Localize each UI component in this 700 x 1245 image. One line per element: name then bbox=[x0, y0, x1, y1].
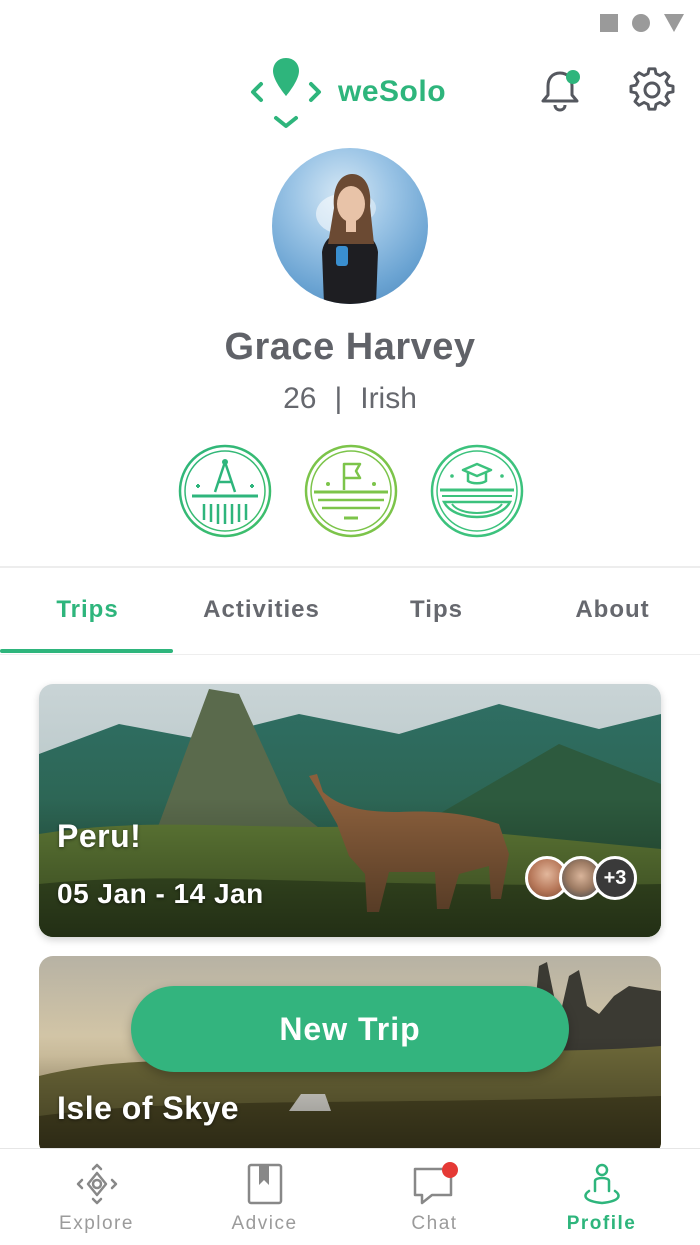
triangle-icon bbox=[664, 14, 684, 32]
book-icon bbox=[247, 1163, 282, 1205]
trip-title: Peru! bbox=[57, 818, 142, 854]
app-header: weSolo bbox=[0, 50, 700, 130]
trip-dates: 05 Jan - 14 Jan bbox=[57, 878, 264, 909]
avatar-portrait bbox=[316, 174, 378, 304]
circle-icon bbox=[632, 14, 650, 32]
nav-label: Explore bbox=[59, 1213, 134, 1234]
nav-label: Profile bbox=[566, 1213, 637, 1234]
tab-trips[interactable]: Trips bbox=[0, 568, 175, 652]
profile-tabs: Trips Activities Tips About bbox=[0, 568, 700, 655]
trip-participants[interactable]: +3 bbox=[525, 856, 637, 900]
graduation-badge-icon[interactable] bbox=[430, 444, 524, 538]
badges-row bbox=[178, 444, 524, 538]
bell-icon bbox=[541, 70, 580, 112]
profile-icon bbox=[583, 1163, 620, 1205]
active-tab-indicator bbox=[0, 649, 173, 653]
trip-card[interactable]: Peru! 05 Jan - 14 Jan +3 bbox=[39, 684, 661, 937]
profile-age: 26 bbox=[283, 382, 317, 415]
gear-icon bbox=[629, 67, 675, 111]
tab-about[interactable]: About bbox=[525, 568, 700, 652]
nav-chat[interactable]: Chat bbox=[347, 1149, 522, 1245]
trip-title: Isle of Skye bbox=[57, 1090, 240, 1126]
subtitle-separator: | bbox=[334, 382, 343, 415]
more-participants-badge: +3 bbox=[593, 856, 637, 900]
profile-nationality: Irish bbox=[360, 382, 417, 415]
brand-name: weSolo bbox=[338, 75, 447, 108]
chat-icon bbox=[413, 1162, 458, 1205]
settings-button[interactable] bbox=[628, 66, 676, 114]
nav-label: Chat bbox=[411, 1213, 458, 1234]
explore-icon bbox=[76, 1163, 117, 1205]
app-logo: weSolo bbox=[248, 54, 446, 130]
tab-activities[interactable]: Activities bbox=[174, 568, 349, 652]
nav-profile[interactable]: Profile bbox=[514, 1149, 689, 1245]
notifications-button[interactable] bbox=[536, 66, 584, 114]
profile-avatar[interactable] bbox=[272, 148, 428, 304]
new-trip-button[interactable]: New Trip bbox=[131, 986, 569, 1072]
profile-subtitle: 26 | Irish bbox=[0, 382, 700, 416]
bottom-navigation: Explore Advice Chat Profile bbox=[0, 1148, 700, 1245]
tab-tips[interactable]: Tips bbox=[349, 568, 524, 652]
profile-name: Grace Harvey bbox=[224, 326, 476, 368]
nav-explore[interactable]: Explore bbox=[9, 1149, 184, 1245]
logo-pin-icon bbox=[251, 58, 321, 128]
compass-badge-icon[interactable] bbox=[178, 444, 272, 538]
nav-label: Advice bbox=[231, 1213, 298, 1234]
square-icon bbox=[600, 14, 618, 32]
status-bar bbox=[0, 0, 700, 46]
flag-badge-icon[interactable] bbox=[304, 444, 398, 538]
nav-advice[interactable]: Advice bbox=[177, 1149, 352, 1245]
